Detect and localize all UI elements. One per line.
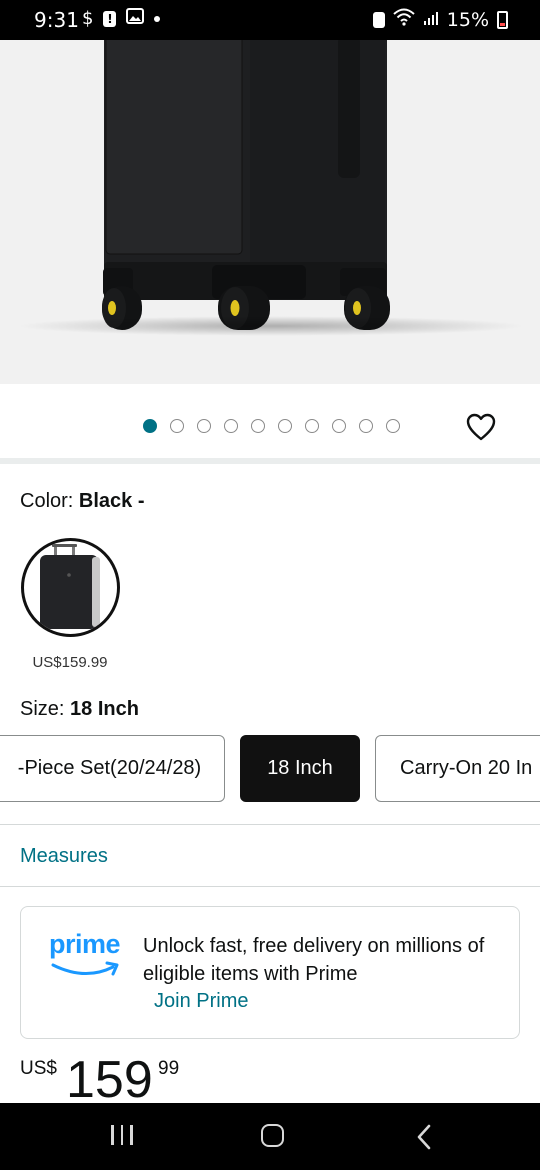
carousel-dot[interactable] <box>386 419 400 433</box>
image-carousel-controls <box>0 384 540 458</box>
image-icon <box>126 8 145 29</box>
home-icon[interactable] <box>261 1124 284 1147</box>
prime-message: Unlock fast, free delivery on millions o… <box>143 935 485 985</box>
carousel-dot[interactable] <box>332 419 346 433</box>
carousel-dot[interactable] <box>278 419 292 433</box>
prime-logo: prime <box>49 929 121 959</box>
battery-percent: 15% <box>446 8 489 31</box>
carousel-dot[interactable] <box>143 419 157 433</box>
battery-icon <box>497 10 508 29</box>
color-label-prefix: Color: <box>20 490 79 512</box>
system-icons: 15% <box>372 8 508 31</box>
size-label: Size: 18 Inch <box>20 698 139 721</box>
join-prime-link[interactable]: Join Prime <box>154 990 248 1013</box>
alert-icon: ! <box>103 10 117 27</box>
size-value: 18 Inch <box>70 698 139 720</box>
size-option-label: Carry-On 20 In <box>400 757 533 779</box>
carousel-dot[interactable] <box>251 419 265 433</box>
color-value: Black - <box>78 490 145 512</box>
wifi-icon <box>393 8 415 31</box>
signal-icon <box>423 9 439 31</box>
divider <box>0 886 540 887</box>
notification-icons: $ ! <box>82 8 161 29</box>
size-option-label: 18 Inch <box>267 757 333 779</box>
suitcase-thumbnail-icon <box>40 544 100 629</box>
carousel-dot[interactable] <box>224 419 238 433</box>
dot-icon <box>154 15 161 22</box>
status-time: 9:31 <box>34 8 79 32</box>
prime-smile-icon <box>51 961 119 976</box>
carousel-dot[interactable] <box>170 419 184 433</box>
price-fraction: 99 <box>158 1058 180 1079</box>
size-option-18-inch[interactable]: 18 Inch <box>240 735 360 802</box>
measures-link[interactable]: Measures <box>20 845 108 868</box>
product-shadow <box>16 316 526 336</box>
carousel-dots <box>143 419 400 433</box>
prime-banner[interactable]: prime Unlock fast, free delivery on mill… <box>20 906 520 1039</box>
back-icon[interactable] <box>416 1124 432 1155</box>
dollar-icon: $ <box>82 8 94 29</box>
status-bar: 9:31 $ ! 15% <box>0 0 540 40</box>
size-option-carry-on[interactable]: Carry-On 20 In <box>375 735 540 802</box>
size-option-piece-set[interactable]: -Piece Set(20/24/28) <box>0 735 225 802</box>
color-label: Color: Black - <box>20 490 145 513</box>
size-label-prefix: Size: <box>20 698 71 720</box>
heart-icon[interactable] <box>466 413 496 441</box>
swatch-price: US$159.99 <box>32 654 108 671</box>
divider <box>0 824 540 825</box>
price-currency: US$ <box>20 1058 57 1079</box>
size-option-label: -Piece Set(20/24/28) <box>17 757 202 779</box>
color-swatch-black[interactable] <box>21 538 120 637</box>
price-whole: 159 <box>66 1051 153 1109</box>
carousel-dot[interactable] <box>305 419 319 433</box>
carousel-dot[interactable] <box>197 419 211 433</box>
system-nav-bar <box>0 1103 540 1170</box>
recent-apps-icon[interactable] <box>111 1125 133 1145</box>
product-image[interactable] <box>0 40 540 384</box>
carousel-dot[interactable] <box>359 419 373 433</box>
nfc-icon <box>372 11 385 28</box>
section-divider <box>0 458 540 464</box>
